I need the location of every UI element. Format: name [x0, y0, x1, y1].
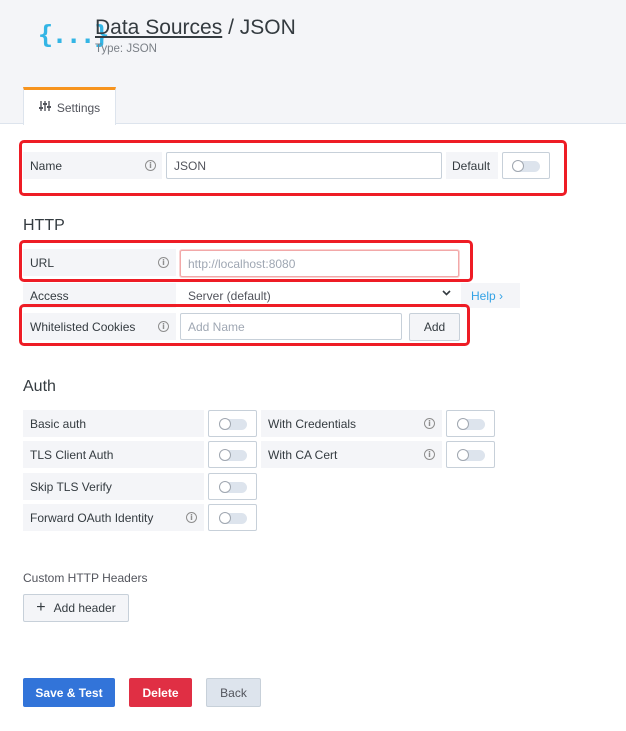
access-select[interactable]: Server (default) — [180, 283, 459, 308]
default-toggle-switch — [512, 160, 540, 172]
forward-oauth-label: Forward OAuth Identity — [23, 504, 204, 531]
skip-tls-verify-label: Skip TLS Verify — [23, 473, 204, 500]
cookie-name-input[interactable]: Add Name — [180, 313, 402, 340]
with-credentials-label-text: With Credentials — [268, 416, 357, 431]
add-cookie-label: Add — [423, 320, 446, 334]
page-header: {...} Data Sources / JSON Type: JSON Set… — [0, 0, 626, 125]
name-info-icon[interactable]: i — [145, 160, 156, 171]
tab-settings-label: Settings — [56, 100, 101, 115]
http-section-title: HTTP — [23, 217, 65, 234]
tls-client-auth-toggle[interactable] — [208, 441, 257, 468]
back-button[interactable]: Back — [206, 678, 261, 707]
url-label-text: URL — [30, 255, 55, 270]
save-test-button[interactable]: Save & Test — [23, 678, 115, 707]
custom-headers-title: Custom HTTP Headers — [23, 571, 148, 585]
access-label: Access — [23, 283, 176, 308]
plus-icon: + — [36, 599, 46, 616]
page-title: Data Sources / JSON — [95, 16, 296, 40]
tls-client-auth-switch — [219, 449, 247, 461]
whitelisted-cookies-label: Whitelisted Cookies — [23, 313, 176, 340]
basic-auth-label-text: Basic auth — [30, 416, 87, 431]
with-credentials-toggle[interactable] — [446, 410, 495, 437]
basic-auth-label: Basic auth — [23, 410, 204, 437]
default-label-text: Default — [452, 158, 491, 173]
url-input[interactable]: http://localhost:8080 — [180, 250, 459, 277]
url-info-icon[interactable]: i — [158, 257, 169, 268]
forward-oauth-switch — [219, 512, 247, 524]
back-label: Back — [220, 685, 247, 700]
with-credentials-switch — [457, 418, 485, 430]
save-test-label: Save & Test — [35, 685, 103, 700]
skip-tls-verify-toggle[interactable] — [208, 473, 257, 500]
tls-client-auth-label: TLS Client Auth — [23, 441, 204, 468]
whitelisted-cookies-label-text: Whitelisted Cookies — [30, 319, 136, 334]
access-help-label: Help › — [471, 288, 504, 303]
breadcrumb-separator: / — [222, 16, 240, 39]
access-select-value: Server (default) — [188, 288, 271, 303]
sliders-icon — [38, 100, 51, 115]
name-input-value: JSON — [174, 158, 207, 173]
datasource-name-title: JSON — [239, 16, 296, 39]
default-toggle[interactable] — [502, 152, 550, 179]
with-credentials-info-icon[interactable]: i — [424, 418, 435, 429]
with-ca-cert-toggle[interactable] — [446, 441, 495, 468]
with-ca-cert-info-icon[interactable]: i — [424, 449, 435, 460]
chevron-down-icon — [442, 288, 451, 300]
breadcrumb-data-sources-link[interactable]: Data Sources — [95, 16, 222, 39]
with-ca-cert-switch — [457, 449, 485, 461]
name-label-text: Name — [30, 158, 63, 173]
add-header-label: Add header — [53, 601, 116, 615]
default-label: Default — [446, 152, 498, 179]
with-ca-cert-label: With CA Cert — [261, 441, 442, 468]
skip-tls-verify-switch — [219, 481, 247, 493]
add-header-button[interactable]: + Add header — [23, 594, 129, 622]
delete-button[interactable]: Delete — [129, 678, 192, 707]
skip-tls-verify-label-text: Skip TLS Verify — [30, 479, 112, 494]
access-help-button[interactable]: Help › — [461, 283, 520, 308]
with-credentials-label: With Credentials — [261, 410, 442, 437]
delete-label: Delete — [142, 685, 179, 700]
basic-auth-switch — [219, 418, 247, 430]
add-cookie-button[interactable]: Add — [409, 313, 460, 341]
auth-section-title: Auth — [23, 378, 56, 395]
name-label: Name — [23, 152, 162, 179]
basic-auth-toggle[interactable] — [208, 410, 257, 437]
cookie-name-placeholder: Add Name — [188, 319, 245, 334]
forward-oauth-label-text: Forward OAuth Identity — [30, 510, 154, 525]
cookies-info-icon[interactable]: i — [158, 321, 169, 332]
forward-oauth-info-icon[interactable]: i — [186, 512, 197, 523]
tab-settings[interactable]: Settings — [23, 87, 116, 125]
datasource-type-subtitle: Type: JSON — [95, 43, 157, 55]
with-ca-cert-label-text: With CA Cert — [268, 447, 338, 462]
forward-oauth-toggle[interactable] — [208, 504, 257, 531]
access-label-text: Access — [30, 288, 69, 303]
tls-client-auth-label-text: TLS Client Auth — [30, 447, 114, 462]
url-input-placeholder: http://localhost:8080 — [188, 256, 296, 271]
name-input[interactable]: JSON — [166, 152, 442, 179]
url-label: URL — [23, 249, 176, 276]
